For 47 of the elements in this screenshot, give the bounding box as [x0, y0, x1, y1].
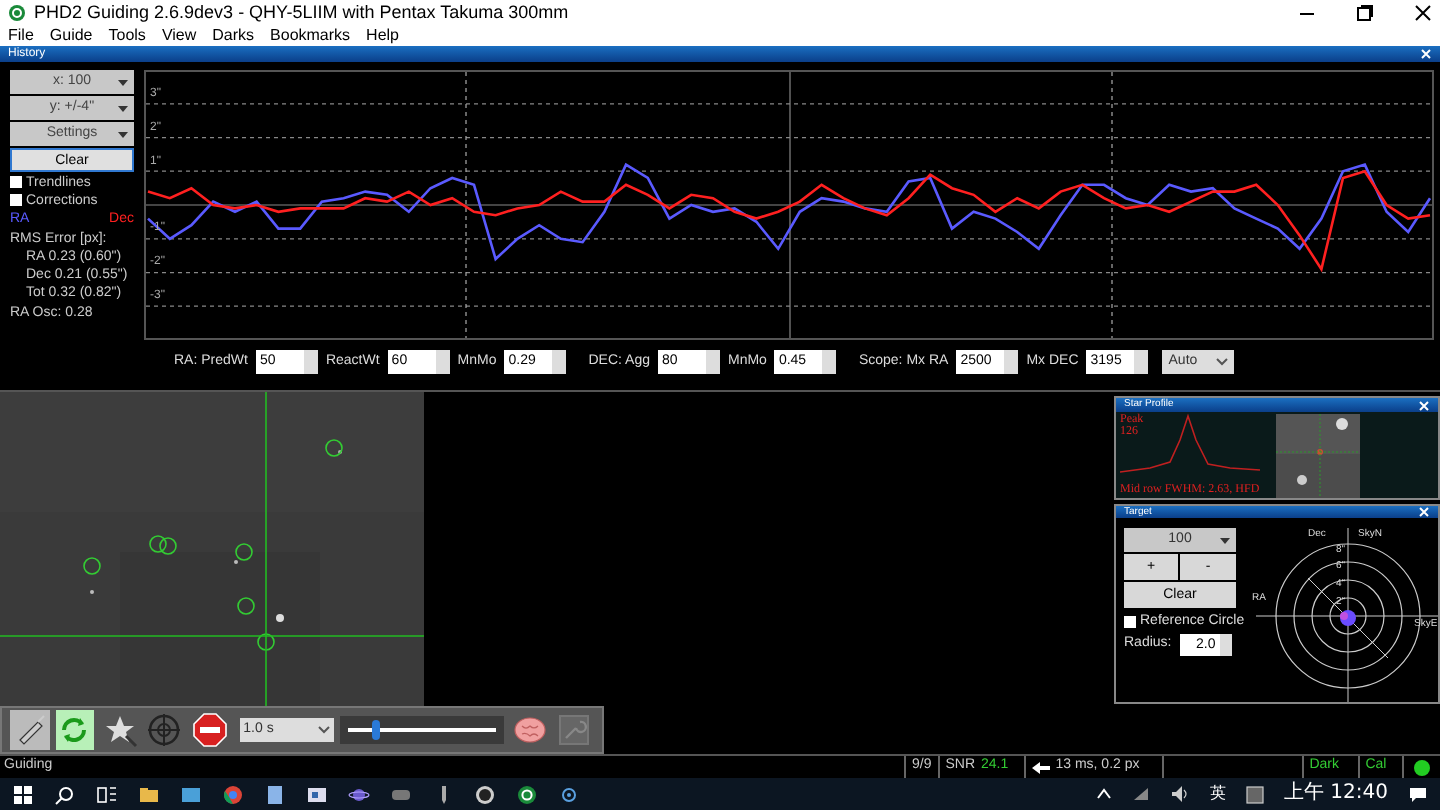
stop-button[interactable] — [190, 710, 230, 750]
camera-icon[interactable] — [558, 783, 580, 805]
network-icon — [1132, 786, 1150, 802]
loop-button[interactable] — [10, 710, 50, 750]
input-method-indicator[interactable]: 英 — [1210, 786, 1226, 802]
menu-item[interactable]: View — [161, 27, 197, 43]
guide-button[interactable] — [55, 710, 95, 750]
caret-icon — [118, 106, 128, 112]
menu-item[interactable]: Darks — [212, 27, 255, 43]
clock-text[interactable]: 上午 12:40 — [1284, 784, 1388, 804]
folder-icon[interactable] — [138, 783, 160, 805]
checkbox[interactable] — [1124, 615, 1136, 627]
window-app-icon[interactable] — [180, 783, 202, 805]
document-icon[interactable] — [264, 783, 286, 805]
speaker-icon — [1170, 786, 1190, 802]
menu-item[interactable]: Tools — [108, 27, 146, 43]
close-icon — [1414, 3, 1432, 21]
close-button[interactable] — [1418, 506, 1430, 518]
window-app-icon[interactable] — [306, 783, 328, 805]
scatter-points-drawing — [1340, 610, 1356, 626]
chevron-icon — [317, 726, 330, 734]
menu-item[interactable]: File — [8, 27, 34, 43]
restore-icon — [1356, 3, 1374, 21]
slider-thumb[interactable] — [372, 720, 381, 740]
checkbox[interactable] — [10, 194, 22, 206]
chevron-icon — [1216, 358, 1229, 366]
search-icon[interactable] — [54, 783, 76, 805]
menu-item[interactable]: Help — [366, 27, 399, 43]
status-dot-icon — [1413, 759, 1430, 775]
menu-item[interactable]: Bookmarks — [270, 27, 351, 43]
menu-item[interactable]: Guide — [49, 27, 93, 43]
caret-icon — [118, 132, 128, 138]
keyboard-icon — [1246, 785, 1264, 803]
notification-icon — [1408, 785, 1428, 803]
close-button[interactable] — [1418, 399, 1430, 411]
task-view-icon[interactable] — [96, 783, 118, 805]
windows-icon[interactable] — [12, 783, 34, 805]
app-icon[interactable] — [516, 783, 538, 805]
chevron-up-icon — [1096, 788, 1112, 800]
arrow-left-icon — [1031, 761, 1050, 773]
caret-icon — [118, 80, 128, 86]
caret-icon — [1220, 538, 1230, 544]
close-button[interactable] — [1420, 48, 1432, 60]
window-title: PHD2 Guiding 2.6.9dev3 - QHY-5LIIM with Pentax Takuma 300mm — [34, 3, 571, 21]
planet-icon[interactable] — [348, 783, 370, 805]
checkbox[interactable] — [10, 176, 22, 188]
browser-icon[interactable] — [222, 783, 244, 805]
